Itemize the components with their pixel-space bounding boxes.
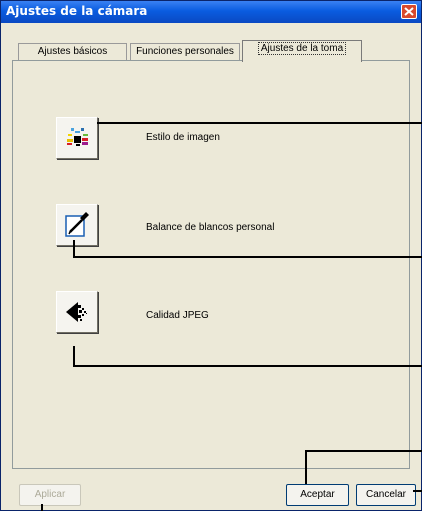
- white-balance-dropper-icon: [65, 212, 89, 237]
- white-balance-label: Balance de blancos personal: [146, 222, 275, 233]
- callout-line-apply: [41, 504, 43, 511]
- tab-label: Ajustes de la toma: [257, 42, 347, 55]
- cancel-button[interactable]: Cancelar: [356, 484, 416, 506]
- callout-line-picture-style: [97, 122, 422, 124]
- callout-line-jpeg-vertical: [73, 346, 75, 366]
- close-button[interactable]: [401, 4, 417, 19]
- apply-button[interactable]: Aplicar: [19, 484, 81, 506]
- callout-line-cancel: [413, 490, 422, 492]
- ok-button-label: Aceptar: [300, 489, 335, 500]
- callout-line-white-balance: [73, 256, 422, 258]
- tab-label: Funciones personales: [136, 46, 234, 57]
- callout-line-white-balance-vertical: [73, 240, 75, 257]
- tab-label: Ajustes básicos: [37, 46, 108, 57]
- window-title: Ajustes de la cámara: [6, 4, 148, 18]
- callout-line-ok-vertical: [305, 451, 307, 484]
- picture-style-button[interactable]: [56, 117, 98, 159]
- jpeg-quality-button[interactable]: [56, 291, 98, 333]
- title-bar: Ajustes de la cámara: [1, 1, 421, 23]
- tab-shooting-settings[interactable]: Ajustes de la toma: [242, 40, 362, 62]
- picture-style-label: Estilo de imagen: [146, 132, 220, 143]
- close-icon: [404, 7, 414, 16]
- picture-style-icon: [67, 128, 88, 146]
- tab-personal-functions[interactable]: Funciones personales: [130, 43, 240, 61]
- cancel-button-label: Cancelar: [365, 489, 407, 500]
- white-balance-button[interactable]: [56, 204, 98, 246]
- ok-button[interactable]: Aceptar: [286, 484, 349, 506]
- tab-basic-settings[interactable]: Ajustes básicos: [18, 43, 127, 61]
- apply-button-label: Aplicar: [34, 489, 66, 500]
- jpeg-quality-icon: [66, 302, 87, 322]
- jpeg-quality-label: Calidad JPEG: [146, 310, 209, 321]
- callout-line-jpeg: [73, 365, 422, 367]
- callout-line-ok: [305, 450, 422, 452]
